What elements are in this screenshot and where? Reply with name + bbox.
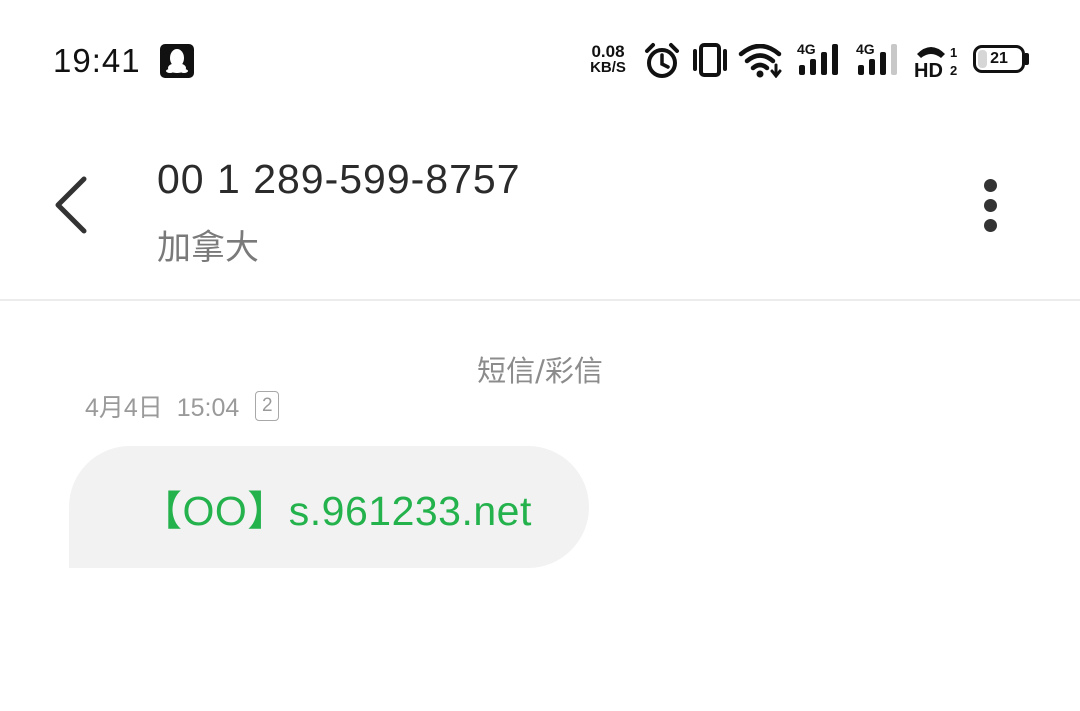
more-dot bbox=[984, 179, 997, 192]
vibrate-icon bbox=[693, 43, 727, 77]
status-time: 19:41 bbox=[53, 42, 141, 79]
more-options-button[interactable] bbox=[960, 170, 1020, 240]
more-dot bbox=[984, 199, 997, 212]
svg-text:2: 2 bbox=[950, 63, 957, 78]
message-timestamp: 4月4日 15:04 bbox=[85, 394, 240, 422]
message-text[interactable]: 【OO】s.961233.net bbox=[141, 477, 532, 537]
sim1-network-label: 4G bbox=[797, 41, 816, 57]
sim2-network-label: 4G bbox=[856, 41, 875, 57]
network-speed-unit: KB/S bbox=[590, 59, 626, 76]
conversation-header: 00 1 289-599-8757 加拿大 bbox=[0, 120, 1080, 301]
battery-icon: 21 bbox=[973, 45, 1025, 73]
message-meta: 4月4日 15:04 2 bbox=[85, 390, 280, 422]
contact-region: 加拿大 bbox=[157, 228, 259, 268]
alarm-icon bbox=[645, 43, 679, 78]
qq-icon bbox=[160, 44, 194, 78]
signal-4g-sim1-icon: 4G bbox=[797, 41, 838, 75]
network-speed-value: 0.08 bbox=[591, 42, 625, 61]
hd-call-icon: HD 1 2 bbox=[914, 45, 957, 80]
status-bar: 19:41 0.08 KB/S 4G 4G HD 1 2 21 bbox=[0, 0, 1080, 120]
more-dot bbox=[984, 219, 997, 232]
back-button[interactable] bbox=[40, 165, 110, 245]
sim-slot-badge: 2 bbox=[255, 391, 280, 421]
svg-text:1: 1 bbox=[950, 45, 957, 60]
wifi-icon bbox=[738, 44, 782, 78]
contact-number: 00 1 289-599-8757 bbox=[157, 156, 521, 202]
battery-level: 21 bbox=[990, 50, 1008, 67]
battery-tip bbox=[1025, 53, 1029, 65]
hd-call-label: HD bbox=[914, 60, 943, 80]
message-bubble[interactable]: 【OO】s.961233.net bbox=[69, 446, 589, 568]
message-type-label: 短信/彩信 bbox=[477, 354, 603, 388]
signal-4g-sim2-icon: 4G bbox=[856, 41, 897, 75]
chevron-left-icon bbox=[55, 176, 87, 234]
message-thread-screen: 19:41 0.08 KB/S 4G 4G HD 1 2 21 00 1 289… bbox=[0, 0, 1080, 711]
network-speed: 0.08 KB/S bbox=[583, 42, 633, 76]
